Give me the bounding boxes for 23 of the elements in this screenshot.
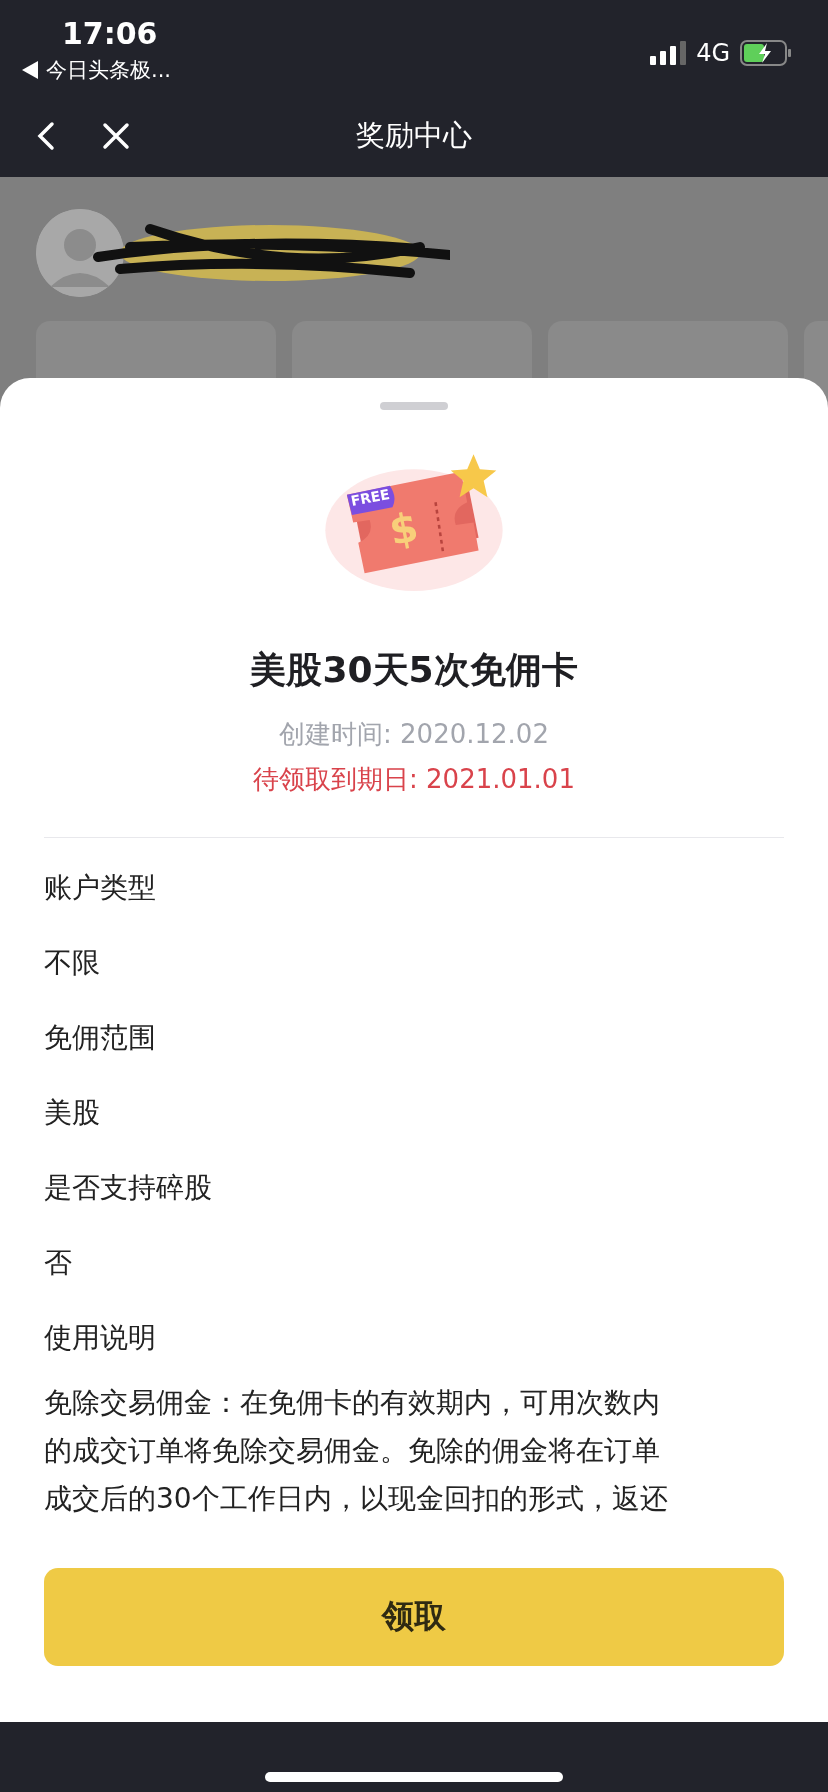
status-time: 17:06 (62, 16, 158, 52)
back-to-app-link[interactable]: 今日头条极... (46, 56, 172, 84)
created-date: 创建时间: 2020.12.02 (279, 718, 549, 751)
claim-deadline: 待领取到期日: 2021.01.01 (253, 763, 575, 796)
detail-value: 不限 (44, 945, 101, 981)
back-icon[interactable] (36, 121, 56, 151)
detail-label: 账户类型 (44, 870, 157, 906)
signal-icon (650, 40, 687, 65)
battery-charging-icon (740, 39, 792, 66)
claim-button[interactable]: 领取 (44, 1568, 784, 1666)
usage-heading: 使用说明 (44, 1320, 157, 1356)
detail-label: 免佣范围 (44, 1020, 157, 1056)
card-title: 美股30天5次免佣卡 (250, 648, 578, 692)
detail-label: 是否支持碎股 (44, 1170, 213, 1206)
page-title: 奖励中心 (356, 117, 472, 154)
network-label: 4G (696, 38, 730, 67)
detail-value: 美股 (44, 1095, 101, 1131)
avatar-icon (36, 209, 124, 297)
close-icon[interactable] (102, 122, 130, 150)
detail-value: 否 (44, 1245, 73, 1281)
drag-handle[interactable] (380, 402, 448, 410)
usage-description: 免除交易佣金：在免佣卡的有效期内，可用次数内的成交订单将免除交易佣金。免除的佣金将在订单成交后的30个工作日内，以现金回扣的形式，返还 (44, 1385, 669, 1517)
back-triangle-icon[interactable] (22, 61, 38, 79)
